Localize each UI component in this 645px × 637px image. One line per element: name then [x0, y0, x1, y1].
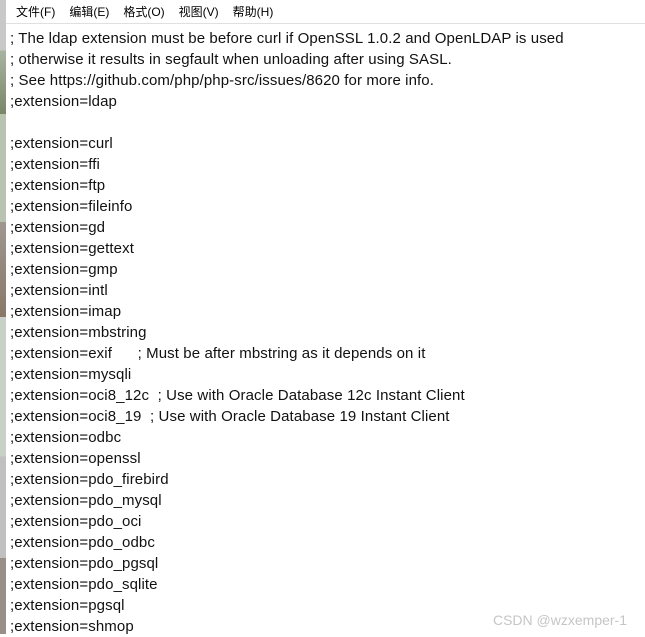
editor-line[interactable]: ;extension=mysqli	[10, 364, 645, 385]
desktop-sliver	[0, 0, 6, 634]
editor-line[interactable]: ;extension=pdo_firebird	[10, 469, 645, 490]
editor-line[interactable]: ;extension=curl	[10, 133, 645, 154]
watermark: CSDN @wzxemper-1	[493, 612, 627, 628]
editor-line[interactable]: ;extension=pdo_mysql	[10, 490, 645, 511]
editor-line[interactable]: ;extension=intl	[10, 280, 645, 301]
editor-line[interactable]: ;extension=fileinfo	[10, 196, 645, 217]
menubar: 文件(F) 编辑(E) 格式(O) 视图(V) 帮助(H)	[0, 0, 645, 24]
editor-line[interactable]: ;extension=gd	[10, 217, 645, 238]
editor-line[interactable]: ;extension=gettext	[10, 238, 645, 259]
menu-view[interactable]: 视图(V)	[173, 2, 225, 21]
text-editor-area[interactable]: ; The ldap extension must be before curl…	[0, 24, 645, 637]
editor-line[interactable]: ;extension=openssl	[10, 448, 645, 469]
editor-line[interactable]: ; See https://github.com/php/php-src/iss…	[10, 70, 645, 91]
editor-line[interactable]: ;extension=pdo_sqlite	[10, 574, 645, 595]
menu-format[interactable]: 格式(O)	[117, 2, 170, 21]
editor-line[interactable]: ;extension=odbc	[10, 427, 645, 448]
editor-line[interactable]: ;extension=gmp	[10, 259, 645, 280]
editor-line[interactable]: ;extension=ftp	[10, 175, 645, 196]
editor-line[interactable]: ;extension=oci8_12c ; Use with Oracle Da…	[10, 385, 645, 406]
editor-line[interactable]: ;extension=mbstring	[10, 322, 645, 343]
editor-line[interactable]: ;extension=ffi	[10, 154, 645, 175]
editor-line[interactable]: ;extension=pdo_oci	[10, 511, 645, 532]
menu-help[interactable]: 帮助(H)	[227, 2, 280, 21]
editor-line[interactable]: ;extension=pdo_pgsql	[10, 553, 645, 574]
editor-line[interactable]: ;extension=exif ; Must be after mbstring…	[10, 343, 645, 364]
editor-line[interactable]: ; otherwise it results in segfault when …	[10, 49, 645, 70]
editor-line[interactable]: ; The ldap extension must be before curl…	[10, 28, 645, 49]
menu-edit[interactable]: 编辑(E)	[63, 2, 115, 21]
editor-line[interactable]: ;extension=ldap	[10, 91, 645, 112]
menu-file[interactable]: 文件(F)	[10, 2, 61, 21]
editor-line[interactable]: ;extension=imap	[10, 301, 645, 322]
editor-line[interactable]: ;extension=oci8_19 ; Use with Oracle Dat…	[10, 406, 645, 427]
editor-line[interactable]	[10, 112, 645, 133]
editor-line[interactable]: ;extension=pdo_odbc	[10, 532, 645, 553]
